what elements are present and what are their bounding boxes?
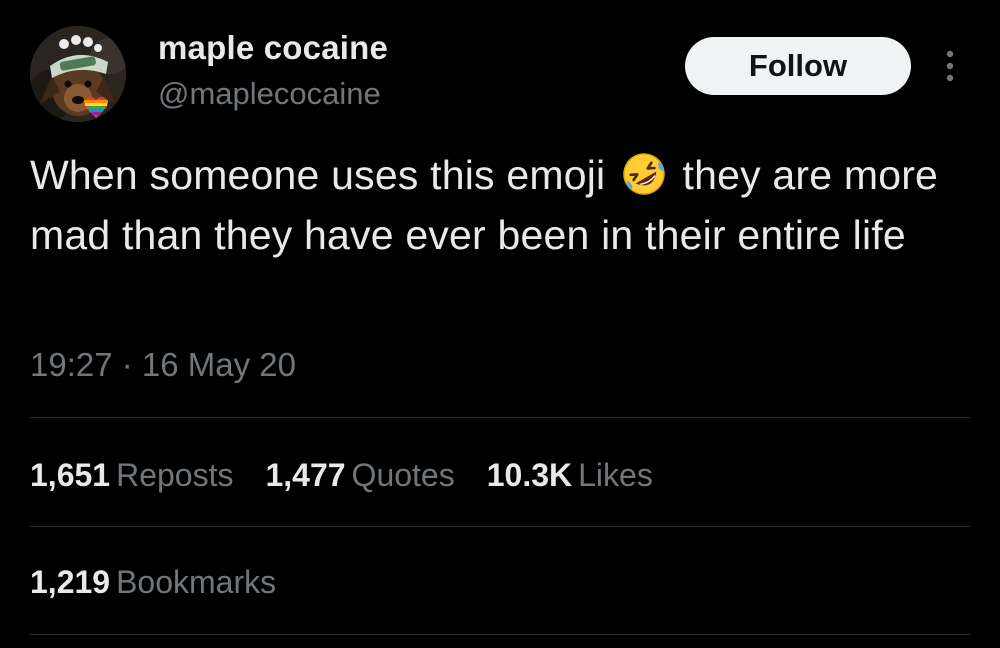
bookmarks-count: 1,219	[30, 563, 111, 600]
likes-label: Likes	[578, 456, 653, 493]
tweet-detail: maple cocaine @maplecocaine Follow When …	[0, 0, 1000, 648]
divider	[30, 417, 970, 418]
reposts-stat[interactable]: 1,651 Reposts	[30, 457, 233, 494]
bookmarks-stats: 1,219 Bookmarks	[30, 557, 308, 607]
rolling-on-floor-laughing-emoji-icon	[621, 151, 667, 197]
tweet-text-before: When someone uses this emoji	[30, 152, 606, 198]
divider	[30, 634, 970, 635]
bookmarks-stat[interactable]: 1,219 Bookmarks	[30, 564, 276, 601]
likes-stat[interactable]: 10.3K Likes	[487, 457, 653, 494]
bookmarks-label: Bookmarks	[116, 563, 277, 600]
tweet-timestamp[interactable]: 19:27 · 16 May 20	[30, 340, 296, 390]
more-options-icon[interactable]	[940, 48, 960, 84]
quotes-label: Quotes	[351, 456, 455, 493]
follow-button[interactable]: Follow	[685, 37, 911, 95]
dog-avatar-icon	[30, 26, 126, 122]
likes-count: 10.3K	[486, 456, 573, 493]
reposts-count: 1,651	[30, 456, 111, 493]
tweet-text: When someone uses this emoji they are mo…	[30, 145, 970, 265]
quotes-count: 1,477	[265, 456, 346, 493]
quotes-stat[interactable]: 1,477 Quotes	[265, 457, 454, 494]
display-name[interactable]: maple cocaine	[158, 28, 388, 68]
divider	[30, 526, 970, 527]
reposts-label: Reposts	[116, 456, 234, 493]
user-handle[interactable]: @maplecocaine	[158, 74, 388, 114]
engagement-stats: 1,651 Reposts 1,477 Quotes 10.3K Likes	[30, 450, 685, 500]
user-block: maple cocaine @maplecocaine	[158, 28, 388, 114]
avatar[interactable]	[30, 26, 126, 122]
